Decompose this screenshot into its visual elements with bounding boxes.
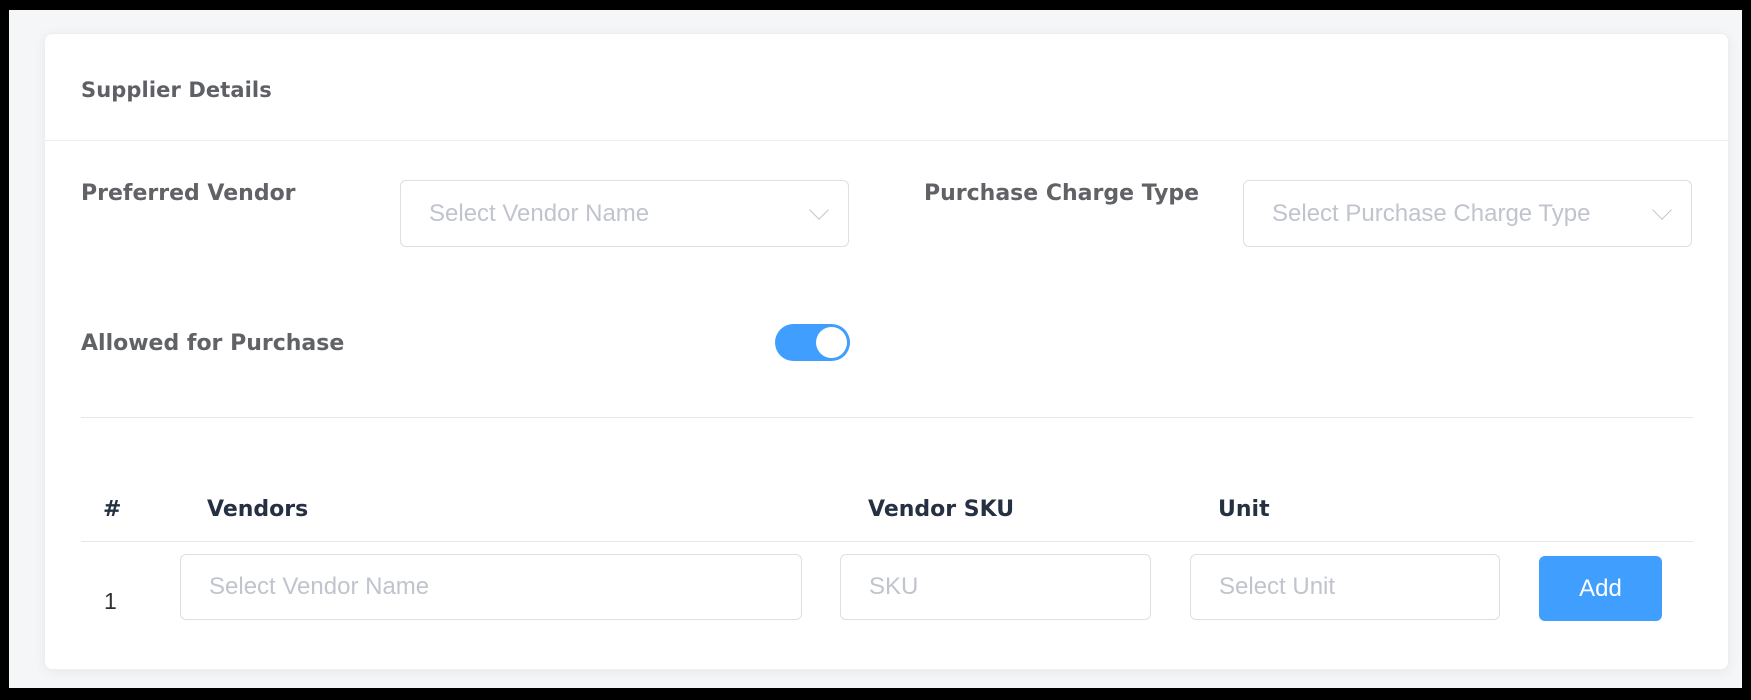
preferred-vendor-label: Preferred Vendor: [81, 181, 296, 206]
unit-select-placeholder: Select Unit: [1219, 573, 1336, 600]
sku-placeholder: SKU: [869, 573, 919, 600]
card-title: Supplier Details: [81, 78, 272, 102]
table-header-divider: [81, 541, 1693, 542]
unit-select-input[interactable]: Select Unit: [1190, 554, 1500, 620]
table-header-vendors: Vendors: [207, 497, 309, 522]
page-background: Supplier Details Preferred Vendor Select…: [9, 10, 1742, 688]
add-button[interactable]: Add: [1539, 556, 1662, 621]
chevron-down-icon: [1652, 199, 1672, 220]
vendor-select-placeholder: Select Vendor Name: [209, 573, 430, 600]
purchase-charge-type-label: Purchase Charge Type: [924, 181, 1200, 206]
vendor-select-input[interactable]: Select Vendor Name: [180, 554, 802, 620]
row-index: 1: [104, 588, 117, 614]
supplier-details-card: Supplier Details Preferred Vendor Select…: [44, 33, 1729, 670]
preferred-vendor-select[interactable]: Select Vendor Name: [400, 180, 849, 247]
chevron-down-icon: [809, 199, 829, 220]
card-header: Supplier Details: [45, 34, 1728, 141]
allowed-for-purchase-toggle[interactable]: [775, 324, 850, 361]
table-header-index: #: [103, 497, 122, 522]
allowed-for-purchase-label: Allowed for Purchase: [81, 331, 345, 356]
toggle-knob: [816, 327, 847, 358]
sku-input[interactable]: SKU: [840, 554, 1151, 620]
table-header-unit: Unit: [1218, 497, 1270, 522]
section-divider: [81, 417, 1693, 418]
purchase-charge-type-select[interactable]: Select Purchase Charge Type: [1243, 180, 1692, 247]
preferred-vendor-placeholder: Select Vendor Name: [429, 199, 650, 227]
purchase-charge-type-placeholder: Select Purchase Charge Type: [1272, 199, 1591, 227]
table-header-vendor-sku: Vendor SKU: [868, 497, 1015, 522]
